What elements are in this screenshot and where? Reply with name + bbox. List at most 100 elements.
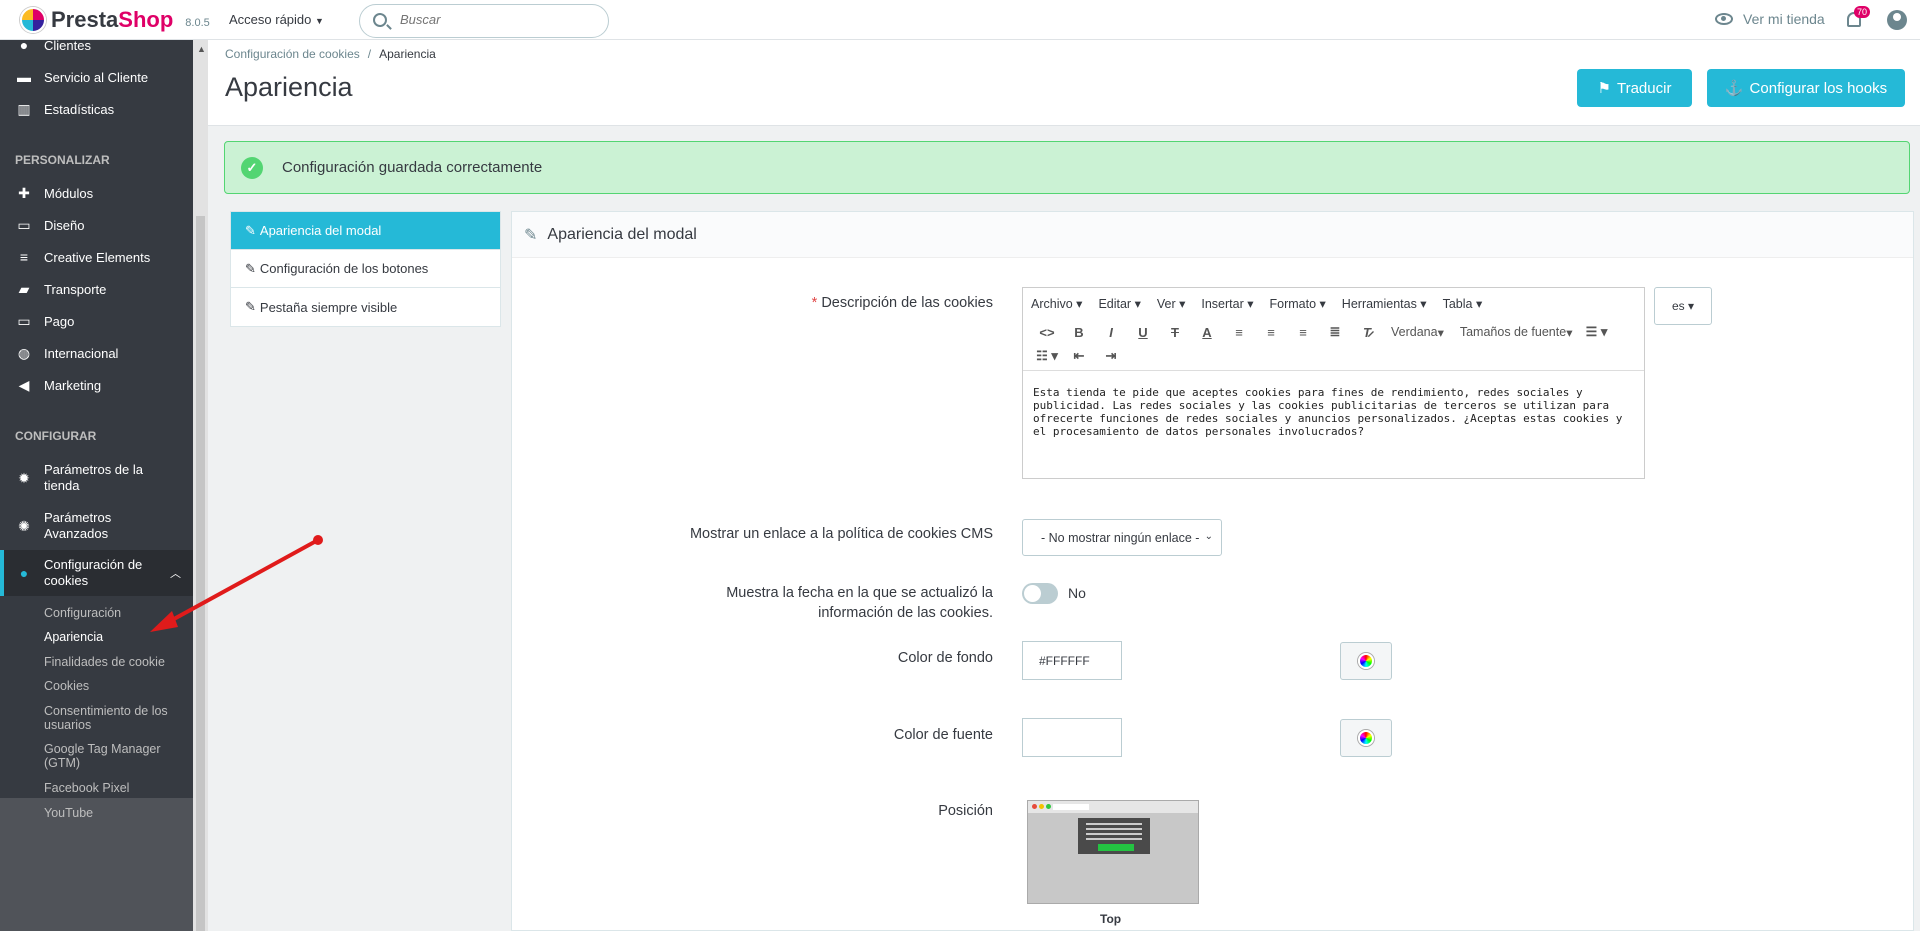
section-personalizar: PERSONALIZAR	[15, 153, 110, 167]
card-icon: ▭	[17, 312, 31, 329]
align-right-icon[interactable]: ≡	[1287, 320, 1319, 344]
font-size-select[interactable]: Tamaños de fuente ▾	[1452, 320, 1581, 344]
subitem-label: usuarios	[44, 718, 92, 732]
sidebar-item-diseno[interactable]: ▭ Diseño	[0, 215, 193, 235]
numbered-list-icon[interactable]: ☷ ▾	[1031, 344, 1063, 368]
view-store-link[interactable]: Ver mi tienda	[1715, 11, 1825, 27]
subitem-consentimiento[interactable]: Consentimiento de los usuarios	[44, 704, 168, 732]
subitem-configuracion[interactable]: Configuración	[44, 606, 121, 620]
sidebar-item-label: Servicio al Cliente	[44, 69, 149, 85]
globe-icon: ◍	[17, 344, 31, 361]
monitor-icon: ▭	[17, 216, 31, 233]
align-left-icon[interactable]: ≡	[1223, 320, 1255, 344]
menu-herramientas[interactable]: Herramientas ▾	[1342, 296, 1427, 311]
bg-color-input[interactable]: #FFFFFF	[1022, 641, 1122, 680]
subitem-label: (GTM)	[44, 756, 81, 770]
subitem-facebook-pixel[interactable]: Facebook Pixel	[44, 781, 129, 795]
date-label: Muestra la fecha en la que se actualizó …	[640, 583, 993, 623]
sidebar-item-parametros-tienda[interactable]: ✹ Parámetros de la tienda	[0, 462, 193, 494]
cms-select-value: - No mostrar ningún enlace -	[1041, 530, 1200, 545]
gear-icon: ✹	[18, 469, 30, 486]
language-selector[interactable]: es ▾	[1654, 287, 1712, 325]
tab-pestana-visible[interactable]: ✎ Pestaña siempre visible	[231, 288, 500, 326]
cms-label: Mostrar un enlace a la política de cooki…	[689, 526, 993, 542]
sidebar-item-cookies-config[interactable]: ● Configuración de cookies ︿	[0, 557, 193, 589]
menu-archivo[interactable]: Archivo ▾	[1031, 296, 1082, 311]
color-wheel-icon	[1358, 653, 1374, 669]
justify-icon[interactable]: ≣	[1319, 320, 1351, 344]
configure-hooks-button[interactable]: ⚓ Configurar los hooks	[1707, 69, 1905, 107]
sidebar-item-estadisticas[interactable]: ▥ Estadísticas	[0, 99, 193, 119]
rich-text-editor[interactable]: Archivo ▾ Editar ▾ Ver ▾ Insertar ▾ Form…	[1022, 287, 1645, 479]
sidebar-item-label: Creative Elements	[44, 249, 151, 265]
sidebar-item-servicio[interactable]: ▬ Servicio al Cliente	[0, 67, 193, 87]
brand-suffix: Shop	[118, 7, 174, 32]
clear-format-icon[interactable]: T̷	[1351, 320, 1383, 344]
translate-button[interactable]: ⚑ Traducir	[1577, 69, 1692, 107]
menu-tabla[interactable]: Tabla ▾	[1443, 296, 1483, 311]
subitem-youtube[interactable]: YouTube	[44, 806, 93, 820]
sidebar-item-label: Módulos	[44, 185, 94, 201]
pencil-icon: ✎	[245, 260, 256, 276]
align-center-icon[interactable]: ≡	[1255, 320, 1287, 344]
font-color-icon[interactable]: A	[1191, 320, 1223, 344]
indent-icon[interactable]: ⇥	[1095, 344, 1127, 368]
sidebar-item-label: Parámetros de la	[44, 462, 143, 477]
editor-toolbar: <> B I U T A ≡ ≡ ≡ ≣ T̷ Verdana ▾ Tamaño…	[1023, 318, 1644, 371]
bg-color-picker[interactable]	[1340, 642, 1392, 680]
scrollbar-thumb[interactable]	[196, 216, 205, 931]
quick-access-dropdown[interactable]: Acceso rápido ▼	[229, 12, 324, 27]
subitem-gtm[interactable]: Google Tag Manager (GTM)	[44, 742, 161, 770]
editor-content[interactable]: Esta tienda te pide que aceptes cookies …	[1023, 371, 1644, 453]
subitem-cookies[interactable]: Cookies	[44, 679, 89, 693]
menu-label: Archivo	[1031, 296, 1073, 311]
menu-editar[interactable]: Editar ▾	[1098, 296, 1140, 311]
menu-ver[interactable]: Ver ▾	[1157, 296, 1186, 311]
breadcrumb-link[interactable]: Configuración de cookies	[225, 47, 360, 61]
tab-label: Configuración de los botones	[259, 261, 429, 276]
search-input[interactable]	[400, 12, 590, 27]
subitem-label: Google Tag Manager	[44, 742, 161, 756]
breadcrumb: Configuración de cookies / Apariencia	[225, 47, 436, 61]
scroll-up-icon[interactable]: ▲	[197, 44, 206, 54]
subitem-finalidades[interactable]: Finalidades de cookie	[44, 655, 165, 669]
sidebar-item-internacional[interactable]: ◍ Internacional	[0, 343, 193, 363]
user-account-icon[interactable]	[1887, 10, 1907, 30]
outdent-icon[interactable]: ⇤	[1063, 344, 1095, 368]
show-date-toggle[interactable]	[1022, 583, 1058, 604]
tab-configuracion-botones[interactable]: ✎ Configuración de los botones	[231, 250, 500, 288]
sidebar-item-modulos[interactable]: ✚ Módulos	[0, 183, 193, 203]
sidebar-item-transporte[interactable]: ▰ Transporte	[0, 279, 193, 299]
pencil-icon: ✎	[245, 299, 256, 314]
sidebar-item-label: cookies	[44, 573, 89, 588]
bullet-list-icon[interactable]: ☰ ▾	[1580, 320, 1612, 344]
notifications-badge: 70	[1854, 6, 1871, 18]
modal-preview	[1078, 818, 1150, 854]
menu-label: Ver	[1156, 296, 1176, 311]
menu-insertar[interactable]: Insertar ▾	[1201, 296, 1253, 311]
prestashop-logo[interactable]: PrestaShop 8.0.5	[20, 7, 210, 33]
sidebar-item-marketing[interactable]: ◀ Marketing	[0, 375, 193, 395]
strikethrough-icon[interactable]: T	[1159, 320, 1191, 344]
brand-prefix: Presta	[51, 7, 119, 32]
text-line	[1086, 838, 1142, 840]
font-family-select[interactable]: Verdana ▾	[1383, 320, 1452, 344]
italic-icon[interactable]: I	[1095, 320, 1127, 344]
tab-apariencia-modal[interactable]: ✎ Apariencia del modal	[231, 212, 500, 250]
bold-icon[interactable]: B	[1063, 320, 1095, 344]
search-box[interactable]	[359, 4, 609, 38]
sidebar-item-label: tienda	[44, 478, 80, 493]
sidebar-item-parametros-avanzados[interactable]: ✺ Parámetros Avanzados	[0, 510, 193, 542]
sidebar-item-creative[interactable]: ≡ Creative Elements	[0, 247, 193, 267]
underline-icon[interactable]: U	[1127, 320, 1159, 344]
alert-message: Configuración guardada correctamente	[282, 159, 543, 176]
sidebar-item-pago[interactable]: ▭ Pago	[0, 311, 193, 331]
code-icon[interactable]: <>	[1031, 320, 1063, 344]
font-color-input[interactable]	[1022, 718, 1122, 757]
font-color-picker[interactable]	[1340, 719, 1392, 757]
position-option-top[interactable]	[1027, 800, 1199, 904]
menu-formato[interactable]: Formato ▾	[1270, 296, 1326, 311]
cms-link-select[interactable]: - No mostrar ningún enlace - ⌄	[1022, 519, 1222, 556]
text-line	[1086, 833, 1142, 835]
subitem-apariencia[interactable]: Apariencia	[44, 630, 103, 644]
